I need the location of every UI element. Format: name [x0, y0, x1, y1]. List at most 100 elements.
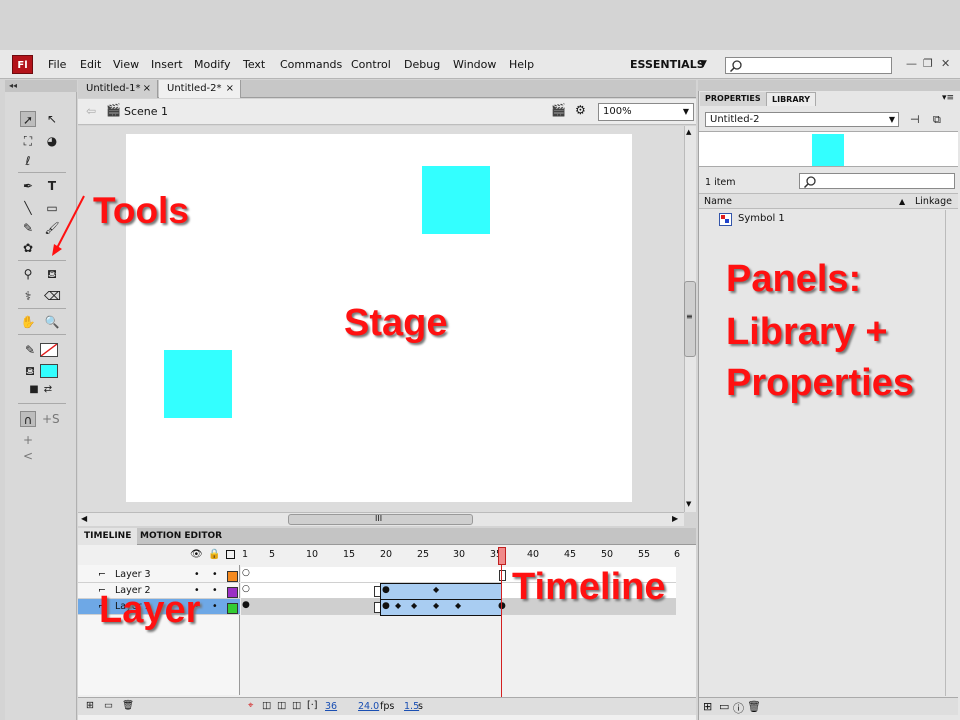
onion-outline-icon[interactable]: ◫ [277, 700, 286, 711]
menu-window[interactable]: Window [453, 58, 496, 71]
tab-library[interactable]: LIBRARY [766, 92, 817, 106]
tween-span[interactable]: ● ◆ ◆ ◆ ◆ ● [380, 599, 506, 616]
menu-modify[interactable]: Modify [194, 58, 230, 71]
lock-icon[interactable]: 🔒 [208, 549, 220, 560]
keyframe[interactable]: ● [382, 601, 390, 611]
horizontal-scroll-thumb[interactable]: III [288, 514, 473, 525]
snap-to-objects-icon[interactable]: ∩ [20, 411, 36, 427]
new-layer-icon[interactable]: ⊞ [86, 700, 94, 711]
scroll-up-icon[interactable]: ▲ [686, 128, 691, 136]
tab-motion-editor[interactable]: MOTION EDITOR [134, 528, 228, 545]
current-frame[interactable]: 36 [325, 701, 337, 712]
scroll-left-icon[interactable]: ◀ [81, 514, 87, 523]
stroke-color-icon[interactable]: ✎ [22, 342, 38, 358]
edit-scene-icon[interactable]: 🎬 [551, 103, 566, 117]
eyedropper-tool-icon[interactable]: ⚕ [20, 288, 36, 304]
tab-properties[interactable]: PROPERTIES [700, 92, 766, 106]
library-column-header[interactable]: Name ▲ Linkage [699, 193, 958, 209]
menu-edit[interactable]: Edit [80, 58, 101, 71]
fill-color-swatch[interactable] [40, 364, 58, 378]
tools-panel-header[interactable]: ◂◂ [5, 80, 77, 92]
tween-span[interactable]: ● ◆ [380, 583, 502, 600]
keyframe[interactable]: ● [242, 600, 250, 610]
fill-color-icon[interactable]: ⛾ [22, 363, 38, 379]
lock-dot[interactable]: • [212, 567, 218, 583]
deco-tool-icon[interactable]: ✿ [20, 240, 36, 256]
pencil-tool-icon[interactable]: ✎ [20, 220, 36, 236]
menu-control[interactable]: Control [351, 58, 391, 71]
symbol-instance[interactable] [422, 166, 490, 234]
column-name[interactable]: Name [704, 194, 732, 209]
minimize-button[interactable]: — [906, 57, 917, 70]
library-document-select[interactable]: Untitled-2 ▼ [705, 112, 899, 127]
visibility-dot[interactable]: • [194, 567, 200, 583]
swap-colors-icon[interactable]: ⇄ [40, 382, 56, 398]
chevron-down-icon[interactable]: ▼ [700, 59, 707, 69]
new-library-panel-icon[interactable]: ⧉ [933, 113, 941, 127]
library-scrollbar[interactable] [945, 210, 957, 696]
close-icon[interactable]: × [226, 80, 234, 98]
property-keyframe[interactable]: ◆ [395, 601, 401, 610]
lasso-tool-icon[interactable]: ℓ [20, 153, 36, 169]
zoom-tool-icon[interactable]: 🔍 [44, 314, 60, 330]
close-icon[interactable]: ✕ [941, 57, 950, 70]
menu-insert[interactable]: Insert [151, 58, 183, 71]
delete-layer-icon[interactable]: 🗑 [122, 700, 134, 711]
properties-icon[interactable]: ⓘ [733, 700, 744, 716]
3d-rotation-tool-icon[interactable]: ◕ [44, 133, 60, 149]
menu-debug[interactable]: Debug [404, 58, 440, 71]
layer-color-swatch[interactable] [227, 603, 238, 614]
sort-up-icon[interactable]: ▲ [899, 194, 905, 209]
empty-keyframe[interactable]: ○ [242, 584, 250, 594]
library-item[interactable]: Symbol 1 [699, 210, 958, 227]
scroll-down-icon[interactable]: ▼ [686, 500, 691, 508]
paint-bucket-tool-icon[interactable]: ⛾ [44, 266, 60, 282]
property-keyframe[interactable]: ◆ [433, 601, 439, 610]
empty-keyframe[interactable]: ○ [242, 568, 250, 578]
workspace-switcher[interactable]: ESSENTIALS [630, 58, 705, 71]
menu-view[interactable]: View [113, 58, 139, 71]
layer-row[interactable]: ⌐ Layer 3 • • [78, 567, 240, 583]
smooth-icon[interactable]: +S [42, 411, 60, 427]
keyframe[interactable]: ● [382, 585, 390, 595]
tab-untitled-2[interactable]: Untitled-2* × [159, 80, 241, 98]
library-search-input[interactable] [799, 173, 955, 189]
frame-rate[interactable]: 24.0 [358, 701, 379, 712]
help-search-input[interactable] [725, 57, 892, 74]
hand-tool-icon[interactable]: ✋ [20, 314, 36, 330]
lock-dot[interactable]: • [212, 583, 218, 599]
tab-untitled-1[interactable]: Untitled-1* × [78, 80, 158, 98]
tab-timeline[interactable]: TIMELINE [78, 528, 138, 545]
stroke-color-swatch[interactable] [40, 343, 58, 357]
property-keyframe[interactable]: ◆ [455, 601, 461, 610]
line-tool-icon[interactable]: ╲ [20, 200, 36, 216]
new-folder-icon[interactable]: ▭ [104, 700, 113, 711]
new-folder-icon[interactable]: ▭ [719, 700, 729, 713]
elapsed-time[interactable]: 1.5 [404, 701, 419, 712]
edit-symbols-icon[interactable]: ⚙ [575, 103, 586, 117]
panel-menu-icon[interactable]: ▾≡ [942, 93, 954, 103]
property-keyframe[interactable]: ◆ [433, 585, 439, 594]
pin-library-icon[interactable]: ⊣ [910, 113, 920, 126]
layer-color-swatch[interactable] [227, 571, 238, 582]
back-arrow-icon[interactable]: ⇦ [86, 104, 96, 118]
bone-tool-icon[interactable]: ⚲ [20, 266, 36, 282]
center-frame-icon[interactable]: ⌖ [248, 700, 253, 711]
lock-dot[interactable]: • [212, 599, 218, 615]
eye-icon[interactable]: 👁 [190, 549, 203, 560]
free-transform-tool-icon[interactable]: ⛶ [20, 133, 36, 149]
scroll-right-icon[interactable]: ▶ [672, 514, 678, 523]
selection-tool-icon[interactable]: ➚ [20, 111, 36, 127]
menu-help[interactable]: Help [509, 58, 534, 71]
delete-icon[interactable]: 🗑 [747, 700, 761, 713]
menu-commands[interactable]: Commands [280, 58, 342, 71]
new-symbol-icon[interactable]: ⊞ [703, 700, 712, 713]
symbol-instance[interactable] [164, 350, 232, 418]
outline-icon[interactable] [226, 550, 235, 559]
property-keyframe[interactable]: ◆ [411, 601, 417, 610]
column-linkage[interactable]: Linkage [915, 194, 952, 209]
straighten-icon[interactable]: +< [20, 432, 36, 463]
eraser-tool-icon[interactable]: ⌫ [44, 288, 61, 304]
close-icon[interactable]: × [143, 80, 151, 98]
pen-tool-icon[interactable]: ✒ [20, 178, 36, 194]
